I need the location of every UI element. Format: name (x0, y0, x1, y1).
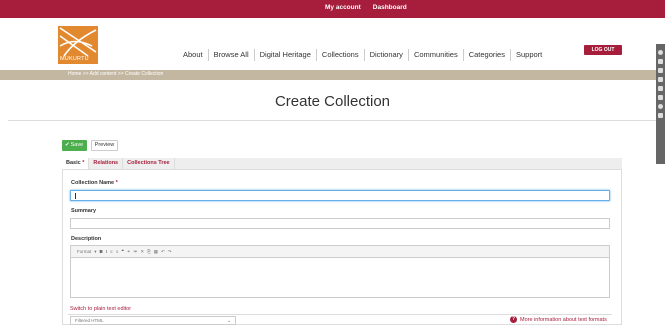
switch-to-plain-text-link[interactable]: Switch to plain text editor (70, 306, 131, 312)
add-icon[interactable] (658, 68, 663, 73)
table-icon[interactable]: ▦ (154, 249, 158, 255)
page-title: Create Collection (274, 93, 391, 110)
nav-about[interactable]: About (178, 49, 208, 61)
form-panel (62, 158, 622, 325)
editor-toolbar: Format ▾ B I ≡ ≡ ❝ ⚭ ⚮ ✕ ⎘ ▦ ↶ ↷ (70, 245, 610, 258)
edit-icon[interactable] (658, 95, 663, 100)
paste-icon[interactable]: ⎘ (147, 249, 151, 254)
description-editor[interactable] (70, 258, 610, 298)
required-marker: * (115, 180, 118, 186)
nav-dictionary[interactable]: Dictionary (363, 49, 408, 61)
text-caret (75, 193, 76, 199)
text-format-value: Filtered HTML (75, 318, 104, 323)
collection-name-input[interactable] (70, 190, 610, 201)
numbered-list-icon[interactable]: ≡ (110, 249, 113, 254)
tab-collections-tree[interactable]: Collections Tree (123, 158, 175, 169)
save-button[interactable]: ✔ Save (62, 140, 87, 151)
save-label: Save (70, 142, 84, 148)
user-icon[interactable] (658, 77, 663, 82)
nav-browse-all[interactable]: Browse All (207, 49, 254, 61)
collection-name-label-text: Collection Name (71, 180, 115, 186)
help-icon: ? (510, 316, 517, 323)
breadcrumb[interactable]: Home >> Add content >> Create Collection (68, 71, 163, 77)
summary-input[interactable] (70, 218, 610, 229)
link-icon[interactable]: ⚭ (127, 249, 131, 255)
format-dropdown[interactable]: Format (77, 249, 91, 254)
chevron-down-icon: ⌄ (227, 318, 231, 323)
bold-icon[interactable]: B (100, 249, 103, 254)
top-bar: My account Dashboard (0, 0, 665, 18)
my-account-link[interactable]: My account (325, 4, 361, 11)
nav-categories[interactable]: Categories (462, 49, 510, 61)
redo-icon[interactable]: ↷ (168, 249, 172, 255)
preview-button[interactable]: Preview (91, 140, 118, 151)
logo-text: MUKURTU (60, 56, 89, 62)
nav-digital-heritage[interactable]: Digital Heritage (253, 49, 316, 61)
main-nav: About Browse All Digital Heritage Collec… (178, 48, 547, 62)
nav-support[interactable]: Support (509, 49, 547, 61)
more-info-text-formats-link[interactable]: ? More information about text formats (510, 316, 607, 323)
undo-icon[interactable]: ↶ (161, 249, 165, 255)
nav-collections[interactable]: Collections (315, 49, 364, 61)
side-toolbar (656, 44, 665, 164)
mukurtu-logo[interactable]: MUKURTU (58, 26, 98, 64)
remove-format-icon[interactable]: ✕ (140, 249, 144, 255)
account-links: My account Dashboard (325, 4, 407, 11)
chevron-down-icon[interactable]: ▾ (94, 249, 96, 255)
bulleted-list-icon[interactable]: ≡ (116, 249, 119, 254)
collection-name-label: Collection Name * (71, 180, 118, 186)
breadcrumb-bar: Home >> Add content >> Create Collection (0, 70, 665, 80)
unlink-icon[interactable]: ⚮ (134, 249, 138, 255)
form-tabs: Basic * Relations Collections Tree (62, 158, 622, 170)
settings-icon[interactable] (658, 50, 663, 55)
logout-button[interactable]: LOG OUT (584, 45, 622, 55)
tab-basic[interactable]: Basic * (62, 158, 90, 169)
blockquote-icon[interactable]: ❝ (121, 249, 123, 255)
action-toolbar: ✔ Save Preview (62, 140, 118, 151)
tab-basic-label: Basic (66, 160, 81, 166)
menu-icon[interactable] (658, 59, 663, 64)
dashboard-link[interactable]: Dashboard (373, 4, 407, 11)
title-divider (8, 120, 656, 121)
tab-relations[interactable]: Relations (89, 158, 124, 169)
layout-icon[interactable] (658, 113, 663, 118)
italic-icon[interactable]: I (106, 249, 107, 254)
nav-communities[interactable]: Communities (407, 49, 463, 61)
help-circle-icon[interactable] (658, 104, 663, 109)
list-icon[interactable] (658, 86, 663, 91)
check-icon: ✔ (65, 142, 70, 148)
description-label: Description (71, 236, 102, 242)
summary-label: Summary (71, 208, 97, 214)
text-format-select[interactable]: Filtered HTML ⌄ (70, 316, 236, 325)
required-marker: * (82, 160, 85, 166)
more-info-label: More information about text formats (520, 316, 607, 323)
